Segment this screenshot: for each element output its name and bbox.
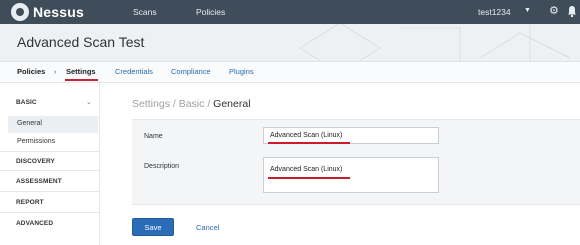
sidebar-section-label: DISCOVERY bbox=[16, 158, 55, 165]
cancel-link[interactable]: Cancel bbox=[196, 223, 219, 232]
name-field-value: Advanced Scan (Linux) bbox=[270, 132, 343, 139]
breadcrumb-basic[interactable]: Basic bbox=[179, 98, 205, 110]
sidebar-section-label: REPORT bbox=[16, 199, 44, 206]
name-label: Name bbox=[144, 133, 163, 140]
sidebar-section-label: ASSESSMENT bbox=[16, 178, 62, 185]
annotation-underline bbox=[268, 177, 350, 179]
sidebar-section-label: BASIC bbox=[16, 99, 37, 106]
sidebar-item-general[interactable]: General bbox=[8, 116, 98, 133]
nav-scans[interactable]: Scans bbox=[133, 7, 157, 17]
nav-policies[interactable]: Policies bbox=[196, 7, 225, 17]
settings-sidebar: BASIC ⌄ General Permissions DISCOVERY AS… bbox=[0, 83, 100, 245]
sidebar-section-discovery[interactable]: DISCOVERY bbox=[0, 151, 100, 171]
settings-breadcrumb: Settings / Basic / General bbox=[132, 98, 251, 110]
user-caret-icon[interactable]: ▼ bbox=[524, 7, 531, 14]
policy-tabs: Policies › Settings Credentials Complian… bbox=[0, 62, 580, 83]
breadcrumb-separator: / bbox=[169, 98, 179, 110]
sidebar-item-permissions[interactable]: Permissions bbox=[8, 134, 98, 151]
gear-icon[interactable]: ⚙ bbox=[549, 4, 559, 17]
top-nav-bar: Nessus Scans Policies test1234 ▼ ⚙ bbox=[0, 0, 580, 24]
save-button[interactable]: Save bbox=[132, 218, 174, 236]
nessus-logo-icon bbox=[11, 3, 29, 21]
tab-plugins[interactable]: Plugins bbox=[229, 67, 254, 76]
header-decoration bbox=[299, 24, 571, 61]
description-label: Description bbox=[144, 163, 180, 170]
brand-name[interactable]: Nessus bbox=[33, 4, 84, 20]
sidebar-section-basic[interactable]: BASIC ⌄ bbox=[0, 93, 100, 113]
tab-compliance[interactable]: Compliance bbox=[171, 67, 211, 76]
breadcrumb-current: General bbox=[213, 98, 251, 110]
sidebar-section-report[interactable]: REPORT bbox=[0, 193, 100, 213]
tab-credentials[interactable]: Credentials bbox=[115, 67, 153, 76]
sidebar-section-assessment[interactable]: ASSESSMENT bbox=[0, 172, 100, 192]
sidebar-section-label: ADVANCED bbox=[16, 220, 54, 227]
annotation-underline bbox=[268, 142, 350, 144]
sidebar-section-advanced[interactable]: ADVANCED bbox=[0, 214, 100, 234]
active-tab-indicator bbox=[65, 79, 98, 81]
description-field[interactable]: Advanced Scan (Linux) bbox=[263, 157, 439, 193]
breadcrumb-separator: / bbox=[204, 98, 214, 110]
sidebar-item-label: Permissions bbox=[17, 138, 56, 145]
bell-icon[interactable] bbox=[567, 5, 577, 18]
tab-separator: › bbox=[54, 67, 57, 76]
chevron-down-icon[interactable]: ⌄ bbox=[86, 98, 92, 106]
description-field-value: Advanced Scan (Linux) bbox=[270, 166, 343, 173]
save-button-label: Save bbox=[144, 223, 162, 232]
tab-policies[interactable]: Policies bbox=[17, 67, 45, 76]
page-title: Advanced Scan Test bbox=[17, 34, 145, 50]
user-menu[interactable]: test1234 bbox=[478, 7, 511, 17]
breadcrumb-settings[interactable]: Settings bbox=[132, 98, 170, 110]
tab-settings[interactable]: Settings bbox=[66, 67, 96, 76]
sidebar-item-label: General bbox=[17, 120, 42, 127]
page-header: Advanced Scan Test bbox=[0, 24, 580, 62]
